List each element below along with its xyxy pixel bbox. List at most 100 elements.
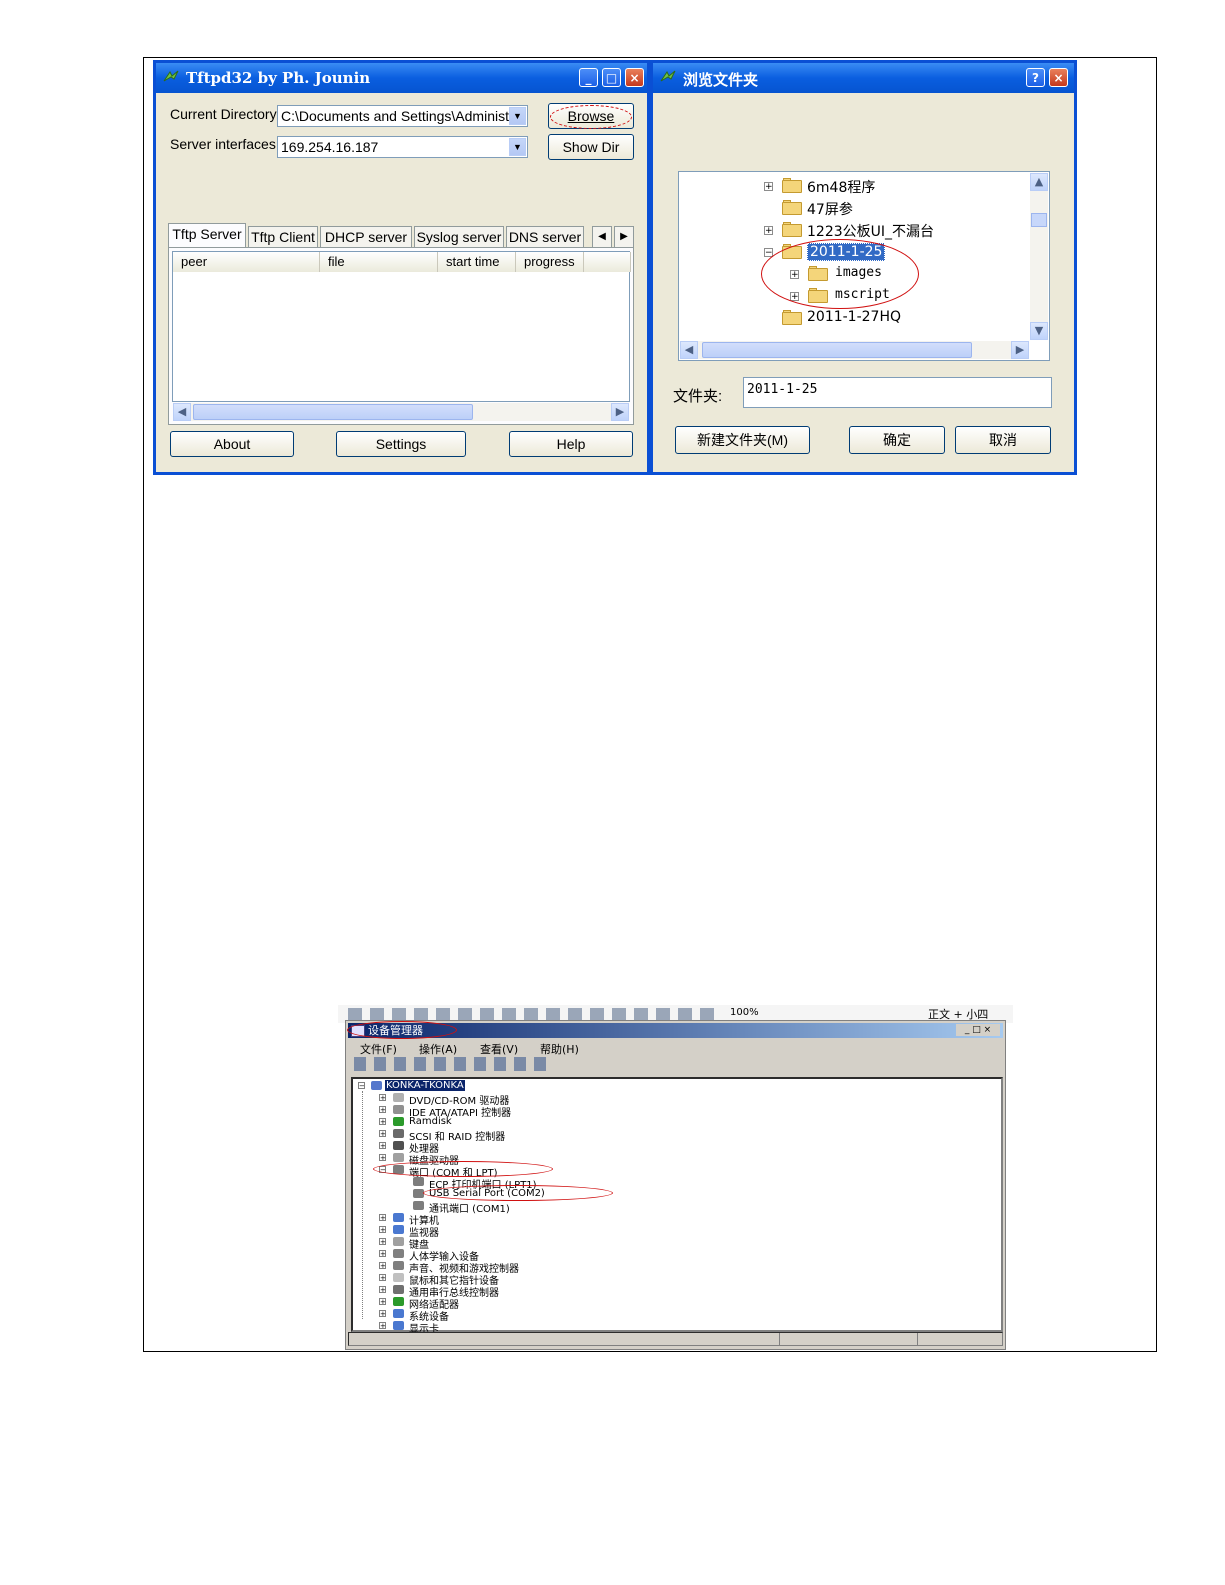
browse-folder-dialog: 浏览文件夹 ? × + 6m48程序 47屏参 + 1223公板UI_不漏台 −… xyxy=(650,60,1077,475)
port-icon xyxy=(413,1177,424,1186)
scroll-thumb[interactable] xyxy=(193,404,473,420)
usb-serial-annotation xyxy=(423,1185,613,1201)
ports-annotation xyxy=(373,1161,553,1177)
folder-icon xyxy=(782,310,802,325)
scroll-thumb[interactable] xyxy=(702,342,972,358)
close-button[interactable]: × xyxy=(1049,68,1068,87)
show-dir-button[interactable]: Show Dir xyxy=(548,134,634,160)
folder-icon xyxy=(782,200,802,215)
dm-item[interactable]: 通讯端口 (COM1) xyxy=(429,1200,510,1215)
sound-icon xyxy=(393,1261,404,1270)
dm-item[interactable]: Ramdisk xyxy=(409,1116,452,1127)
tab-syslog-server[interactable]: Syslog server xyxy=(414,226,504,248)
scroll-down-icon[interactable]: ▼ xyxy=(1030,322,1048,340)
toolbar-icons[interactable] xyxy=(348,1008,718,1020)
close-button[interactable]: × xyxy=(625,68,644,87)
menu-action[interactable]: 操作(A) xyxy=(419,1041,457,1057)
settings-button[interactable]: Settings xyxy=(336,431,466,457)
scroll-up-icon[interactable]: ▲ xyxy=(1030,173,1048,191)
help-button[interactable]: Help xyxy=(509,431,633,457)
tftpd-app-icon xyxy=(163,70,179,82)
expand-icon[interactable]: + xyxy=(379,1118,386,1126)
status-divider xyxy=(917,1333,918,1345)
scroll-right-icon[interactable]: ▶ xyxy=(1011,341,1029,359)
menu-view[interactable]: 查看(V) xyxy=(480,1041,518,1057)
status-divider xyxy=(779,1333,780,1345)
expand-icon[interactable]: + xyxy=(764,226,773,236)
maximize-button[interactable]: □ xyxy=(602,68,621,87)
column-start-time[interactable]: start time xyxy=(438,252,516,272)
expand-icon[interactable]: + xyxy=(379,1154,386,1162)
expand-icon[interactable]: + xyxy=(379,1274,386,1282)
dm-toolbar[interactable] xyxy=(354,1057,554,1071)
expand-icon[interactable]: + xyxy=(379,1142,386,1150)
expand-icon[interactable]: + xyxy=(379,1322,386,1330)
collapse-icon[interactable]: − xyxy=(358,1082,365,1090)
tab-dns-server[interactable]: DNS server xyxy=(506,226,584,248)
server-interfaces-combo[interactable]: 169.254.16.187 ▼ xyxy=(277,136,528,158)
chevron-down-icon[interactable]: ▼ xyxy=(509,138,526,156)
folder-input[interactable]: 2011-1-25 xyxy=(743,377,1052,408)
dm-window-buttons[interactable]: _ □ × xyxy=(956,1024,1000,1036)
expand-icon[interactable]: + xyxy=(379,1106,386,1114)
expand-icon[interactable]: + xyxy=(379,1226,386,1234)
column-peer[interactable]: peer xyxy=(173,252,320,272)
vertical-scrollbar[interactable]: ▲ ▼ xyxy=(1030,173,1048,340)
expand-icon[interactable]: + xyxy=(379,1238,386,1246)
tab-dhcp-server[interactable]: DHCP server xyxy=(320,226,412,248)
display-icon xyxy=(393,1321,404,1330)
expand-icon[interactable]: + xyxy=(379,1130,386,1138)
horizontal-scrollbar[interactable]: ◀ ▶ xyxy=(680,341,1029,359)
horizontal-scrollbar[interactable]: ◀ ▶ xyxy=(173,403,629,421)
browse-titlebar[interactable]: 浏览文件夹 ? × xyxy=(653,63,1074,93)
network-icon xyxy=(393,1297,404,1306)
column-progress[interactable]: progress xyxy=(516,252,584,272)
tab-scroll-left[interactable]: ◀ xyxy=(592,226,612,248)
expand-icon[interactable]: + xyxy=(764,182,773,192)
scroll-left-icon[interactable]: ◀ xyxy=(173,403,191,421)
minimize-button[interactable]: _ xyxy=(579,68,598,87)
transfer-list[interactable]: peer file start time progress ◀ ▶ xyxy=(168,247,634,425)
column-file[interactable]: file xyxy=(320,252,438,272)
about-button[interactable]: About xyxy=(170,431,294,457)
mouse-icon xyxy=(393,1273,404,1282)
zoom-value[interactable]: 100% xyxy=(730,1007,759,1018)
monitor-icon xyxy=(393,1225,404,1234)
tab-scroll-right[interactable]: ▶ xyxy=(614,226,634,248)
menu-help[interactable]: 帮助(H) xyxy=(540,1041,579,1057)
tree-line xyxy=(362,1091,363,1319)
device-tree[interactable]: − KONKA-TKONKA + DVD/CD-ROM 驱动器 + IDE AT… xyxy=(351,1077,1003,1335)
tftpd-titlebar[interactable]: Tftpd32 by Ph. Jounin _ □ × xyxy=(156,63,647,93)
expand-icon[interactable]: + xyxy=(379,1298,386,1306)
ok-button[interactable]: 确定 xyxy=(849,426,945,454)
cancel-button[interactable]: 取消 xyxy=(955,426,1051,454)
dm-root[interactable]: KONKA-TKONKA xyxy=(385,1080,465,1091)
tab-tftp-server[interactable]: Tftp Server xyxy=(168,223,246,248)
expand-icon[interactable]: + xyxy=(379,1250,386,1258)
chevron-down-icon[interactable]: ▼ xyxy=(509,107,526,125)
title-annotation xyxy=(347,1021,457,1039)
expand-icon[interactable]: + xyxy=(379,1262,386,1270)
current-directory-label: Current Directory xyxy=(170,106,277,122)
expand-icon[interactable]: + xyxy=(379,1286,386,1294)
expand-icon[interactable]: + xyxy=(379,1094,386,1102)
keyboard-icon xyxy=(393,1237,404,1246)
new-folder-button[interactable]: 新建文件夹(M) xyxy=(675,426,810,454)
computer-icon xyxy=(393,1213,404,1222)
help-icon[interactable]: ? xyxy=(1026,68,1045,87)
dm-statusbar xyxy=(348,1332,1003,1346)
current-directory-combo[interactable]: C:\Documents and Settings\Administra ▼ xyxy=(277,105,528,127)
expand-icon[interactable]: + xyxy=(379,1310,386,1318)
menu-file[interactable]: 文件(F) xyxy=(360,1041,397,1057)
port-icon xyxy=(413,1201,424,1210)
scroll-right-icon[interactable]: ▶ xyxy=(611,403,629,421)
column-extra xyxy=(584,252,631,272)
ramdisk-icon xyxy=(393,1117,404,1126)
scroll-left-icon[interactable]: ◀ xyxy=(680,341,698,359)
disk-icon xyxy=(393,1153,404,1162)
expand-icon[interactable]: + xyxy=(379,1214,386,1222)
scroll-thumb[interactable] xyxy=(1031,213,1047,227)
tftpd-title: Tftpd32 by Ph. Jounin xyxy=(186,69,371,87)
show-dir-label: Show Dir xyxy=(562,139,620,155)
tab-tftp-client[interactable]: Tftp Client xyxy=(248,226,318,248)
